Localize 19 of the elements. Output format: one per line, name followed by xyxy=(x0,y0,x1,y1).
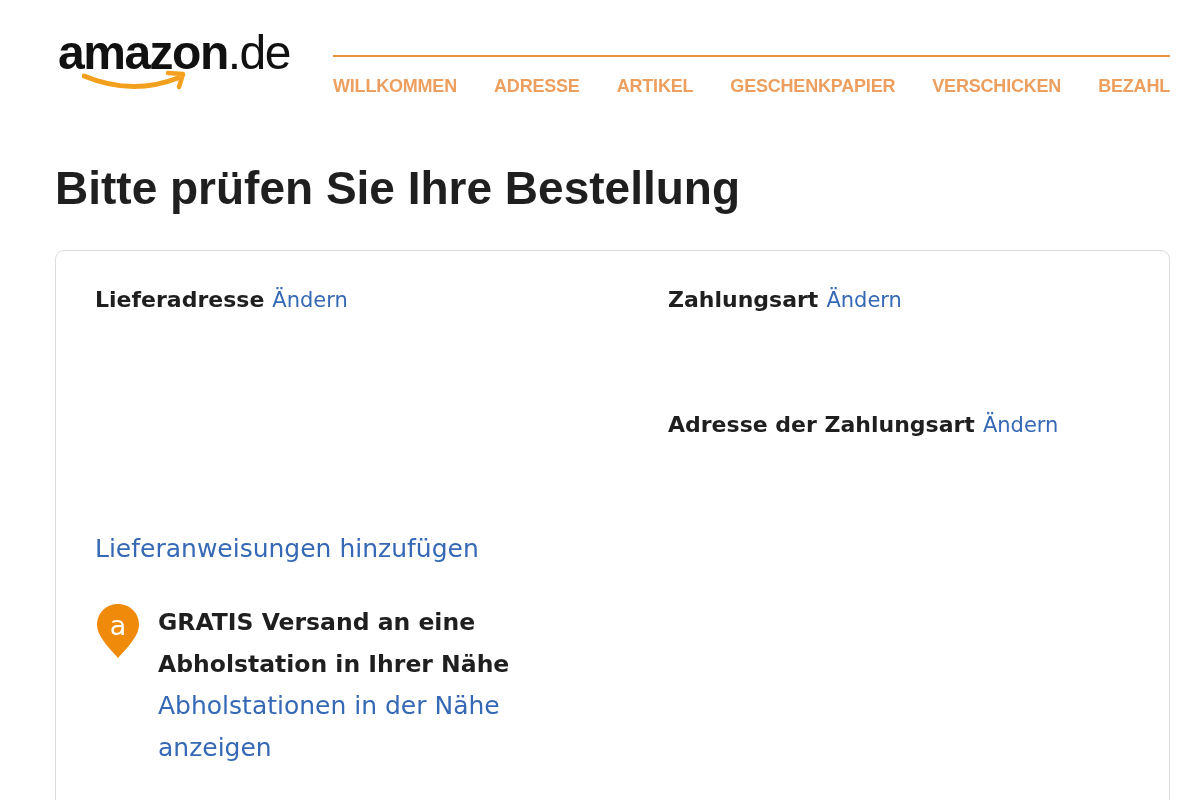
checkout-step: BEZAHL xyxy=(1098,76,1170,97)
checkout-step: ARTIKEL xyxy=(616,76,694,97)
pickup-pin-icon: a xyxy=(95,602,141,660)
show-pickup-stations-link[interactable]: Abholstationen in der Nähe anzeigen xyxy=(158,685,543,769)
change-link[interactable]: Ändern xyxy=(982,413,1059,437)
page-heading: Bitte prüfen Sie Ihre Bestellung xyxy=(55,161,741,216)
checkout-step: GESCHENKPAPIER xyxy=(730,76,896,97)
add-delivery-instructions-link[interactable]: Lieferanweisungen hinzufügen xyxy=(95,528,479,570)
section-title: Zahlungsart xyxy=(668,287,819,312)
checkout-step: WILLKOMMEN xyxy=(333,76,457,97)
change-link[interactable]: Ändern xyxy=(272,288,348,312)
change-link[interactable]: Ändern xyxy=(826,288,902,312)
logo-wordmark[interactable]: amazon.de xyxy=(58,29,290,77)
section-title: Lieferadresse xyxy=(95,287,265,312)
smile-arrow-icon xyxy=(82,70,186,92)
section-title: Adresse der Zahlungsart xyxy=(668,412,975,437)
checkout-step: VERSCHICKEN xyxy=(932,76,1062,97)
pickup-offer-text: GRATIS Versand an eine Abholstation in Ihrer Nähe xyxy=(158,607,511,680)
checkout-step: ADRESSE xyxy=(494,76,580,97)
